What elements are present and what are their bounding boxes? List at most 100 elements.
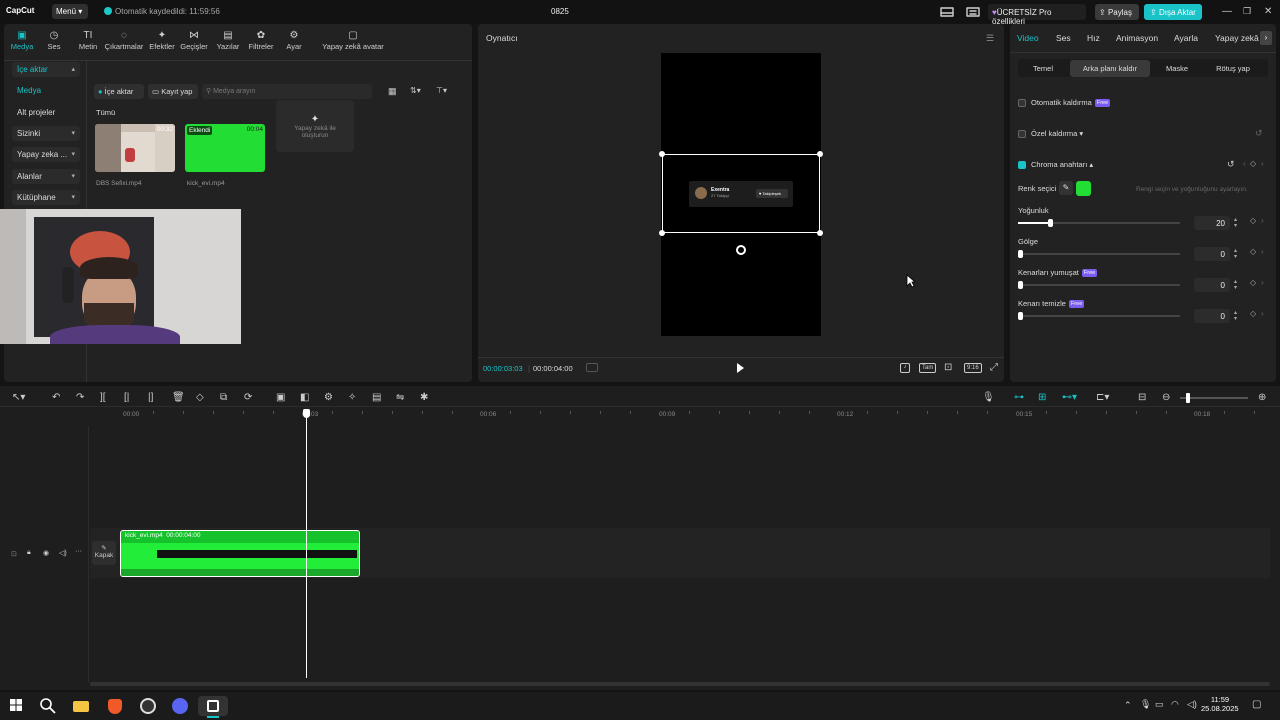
playhead-handle[interactable] xyxy=(303,409,310,418)
tab-scroll-right-icon[interactable]: › xyxy=(1260,31,1272,45)
more-icon[interactable]: ··· xyxy=(75,548,82,555)
close-icon[interactable]: ✕ xyxy=(1264,6,1272,17)
subtab[interactable]: Arka planı kaldır xyxy=(1070,60,1150,77)
play-icon[interactable] xyxy=(735,362,745,374)
zoom-in-icon[interactable]: ⊕ xyxy=(1258,392,1266,403)
speed-icon[interactable]: ⟳ xyxy=(244,392,252,403)
maximize-icon[interactable]: ❐ xyxy=(1243,6,1251,17)
auto-cut-icon[interactable]: ✱ xyxy=(420,392,428,403)
resize-handle[interactable] xyxy=(659,151,665,157)
notifications-icon[interactable]: ▢ xyxy=(1252,699,1261,710)
discord-icon[interactable] xyxy=(169,696,191,716)
prev-keyframe-icon[interactable]: ‹ xyxy=(1243,159,1246,168)
subtab[interactable]: Maske xyxy=(1153,60,1201,77)
ai-create-card[interactable]: ✦ Yapay zekâ ile oluşturun xyxy=(276,100,354,152)
horizontal-scrollbar[interactable] xyxy=(90,682,1270,686)
slider-knob[interactable] xyxy=(1048,219,1054,227)
slider-knob[interactable] xyxy=(1018,312,1023,320)
redo-icon[interactable]: ↷ xyxy=(76,392,84,403)
stepper-icon[interactable]: ▴ ▾ xyxy=(1234,248,1237,260)
eye-icon[interactable]: ◉ xyxy=(43,549,49,557)
toolbar-adjust[interactable]: ⚙ Ayar xyxy=(276,28,312,52)
keyframe-icon[interactable]: ◇ xyxy=(1250,216,1256,225)
chroma-label[interactable]: Chroma anahtarı ▴ xyxy=(1031,160,1093,169)
brave-browser-icon[interactable] xyxy=(104,696,126,716)
keyframe-icon[interactable]: ◇ xyxy=(1250,247,1256,256)
mute-icon[interactable]: ◁) xyxy=(59,549,67,557)
slider-value-input[interactable]: 20 xyxy=(1194,216,1230,230)
video-canvas[interactable]: Exentra 27 Takipçi ♥ Takipleşek xyxy=(659,53,823,336)
property-tab[interactable]: Yapay zekâ xyxy=(1215,33,1259,43)
sidebar-item[interactable]: Kütüphane ▾ xyxy=(12,190,80,205)
volume-icon[interactable]: ◁) xyxy=(1187,699,1197,710)
property-tab[interactable]: Ses xyxy=(1056,33,1071,43)
timecode-toggle-icon[interactable] xyxy=(586,363,598,372)
split-right-icon[interactable]: |] xyxy=(148,392,153,403)
keyframe-icon[interactable]: ◇ xyxy=(1250,278,1256,287)
sidebar-item[interactable]: Alanlar ▾ xyxy=(12,169,80,184)
ai-effect-icon[interactable]: ✧ xyxy=(348,392,356,403)
auto-remove-checkbox[interactable] xyxy=(1018,99,1026,107)
sidebar-item[interactable]: Yapay zeka ... ▾ xyxy=(12,147,80,162)
keyframe-icon[interactable]: ◇ xyxy=(1250,309,1256,318)
sort-icon[interactable]: ⇅▾ xyxy=(410,86,421,95)
chroma-color-swatch[interactable] xyxy=(1076,181,1091,196)
share-button[interactable]: ⇪ Paylaş xyxy=(1095,4,1139,20)
stepper-icon[interactable]: ▴ ▾ xyxy=(1234,279,1237,291)
playhead[interactable] xyxy=(306,414,307,678)
import-button[interactable]: ● İçe aktar xyxy=(94,84,144,99)
next-keyframe-icon[interactable]: › xyxy=(1261,159,1264,168)
zoom-knob[interactable] xyxy=(1186,393,1190,403)
obs-icon[interactable] xyxy=(137,696,159,716)
sidebar-item[interactable]: İçe aktar ▴ xyxy=(12,62,80,77)
pro-features-button[interactable]: ♥ÜCRETSİZ Pro özellikleri xyxy=(988,4,1086,26)
capcut-taskbar-icon[interactable] xyxy=(198,696,228,718)
property-tab[interactable]: Ayarla xyxy=(1174,33,1198,43)
windows-start-icon[interactable] xyxy=(10,699,22,711)
menu-button[interactable]: Menü ▾ xyxy=(52,4,88,19)
mirror-icon[interactable]: ◧ xyxy=(300,392,309,403)
preview-axis-icon[interactable]: ⊏▾ xyxy=(1096,392,1109,403)
full-quality-button[interactable]: Tam xyxy=(919,363,937,373)
slider-track[interactable] xyxy=(1018,312,1180,320)
split-left-icon[interactable]: [| xyxy=(124,392,129,403)
slider-value-input[interactable]: 0 xyxy=(1194,247,1230,261)
export-button[interactable]: ⇪ Dışa Aktar xyxy=(1144,4,1202,20)
media-thumbnail[interactable]: 00:32 xyxy=(95,124,175,172)
custom-remove-checkbox[interactable] xyxy=(1018,130,1026,138)
split-icon[interactable]: ][ xyxy=(100,392,106,403)
toolbar-effects[interactable]: ✦ Efektler xyxy=(144,28,180,52)
screenshot-icon[interactable]: ⊡ xyxy=(944,362,952,373)
crop-icon[interactable]: ⧉ xyxy=(220,392,227,403)
next-keyframe-icon[interactable]: › xyxy=(1261,309,1264,318)
stepper-icon[interactable]: ▴ ▾ xyxy=(1234,217,1237,229)
reset-icon[interactable]: ↺ xyxy=(1255,128,1263,139)
filter-icon[interactable]: ⊤▾ xyxy=(436,86,447,95)
filter-all-label[interactable]: Tümü xyxy=(96,108,115,117)
sidebar-item[interactable]: Sizinki ▾ xyxy=(12,126,80,141)
toolbar-sticker[interactable]: ◌ Çıkartmalar xyxy=(102,28,146,52)
slider-track[interactable] xyxy=(1018,250,1180,258)
lock-icon[interactable]: 🔒︎ xyxy=(27,549,31,557)
slider-knob[interactable] xyxy=(1018,281,1023,289)
link-icon[interactable]: ⊷▾ xyxy=(1062,392,1077,403)
rotate-handle-icon[interactable] xyxy=(736,245,746,255)
fullscreen-icon[interactable]: ⤢ xyxy=(990,362,998,373)
microphone-icon[interactable]: 🎙︎ xyxy=(1140,699,1151,710)
record-button[interactable]: ▭ Kayıt yap xyxy=(148,84,198,99)
video-clip[interactable]: kick_evi.mp4 00:00:04:00 xyxy=(120,530,360,577)
keyframe-icon[interactable]: ◇ xyxy=(1250,159,1256,168)
delete-icon[interactable]: 🗑︎ xyxy=(172,392,185,403)
reset-icon[interactable]: ↺ xyxy=(1227,159,1235,170)
sidebar-item[interactable]: Alt projeler xyxy=(12,105,80,120)
minimize-icon[interactable]: — xyxy=(1222,6,1232,17)
audio-icon[interactable]: ♪ xyxy=(900,363,910,373)
reverse-icon[interactable]: ⇋ xyxy=(396,392,404,403)
property-tab[interactable]: Video xyxy=(1017,33,1039,43)
toolbar-transition[interactable]: ⋈ Geçişler xyxy=(176,28,212,52)
next-keyframe-icon[interactable]: › xyxy=(1261,216,1264,225)
zoom-out-icon[interactable]: ⊖ xyxy=(1162,392,1170,403)
toolbar-ai-avatar[interactable]: ▢ Yapay zekâ avatar xyxy=(314,28,392,52)
zoom-slider[interactable] xyxy=(1180,393,1248,403)
resize-handle[interactable] xyxy=(817,151,823,157)
